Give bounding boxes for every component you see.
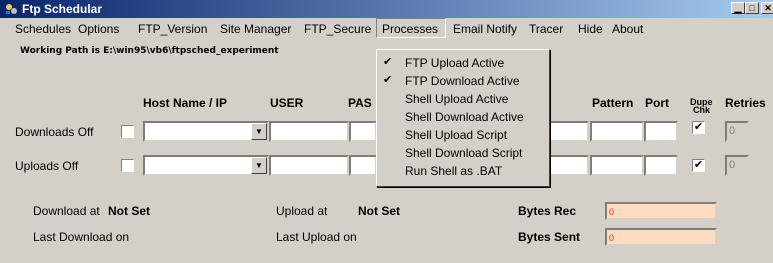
menu-item-shell-upload-active[interactable]: Shell Upload Active: [377, 90, 549, 107]
header-pattern: Pattern: [592, 96, 634, 110]
upload-user-field[interactable]: [269, 155, 349, 176]
bytes-rec-label: Bytes Rec: [518, 204, 577, 218]
last-download-label: Last Download on: [33, 230, 130, 244]
close-icon: ✕: [764, 3, 772, 13]
header-host: Host Name / IP: [143, 96, 228, 110]
menu-options[interactable]: Options: [78, 22, 119, 36]
download-port-field[interactable]: [644, 121, 678, 142]
close-button[interactable]: ✕: [761, 2, 773, 14]
window-title: Ftp Schedular: [22, 2, 103, 16]
menu-ftp-version[interactable]: FTP_Version: [138, 22, 207, 36]
upload-at-value: Not Set: [358, 204, 400, 218]
upload-pass-field[interactable]: [349, 155, 377, 176]
checkmark-icon: ✔: [383, 74, 393, 86]
bytes-sent-label: Bytes Sent: [518, 230, 581, 244]
menu-schedules[interactable]: Schedules: [15, 22, 71, 36]
download-field-hidden[interactable]: [549, 121, 589, 142]
download-pattern-field[interactable]: [590, 121, 644, 142]
header-user: USER: [270, 96, 304, 110]
download-pass-field[interactable]: [349, 121, 377, 142]
download-retries-field[interactable]: 0: [725, 121, 749, 142]
uploads-off-label: Uploads Off: [15, 159, 79, 173]
processes-menu: ✔ FTP Upload Active ✔ FTP Download Active …: [376, 49, 550, 187]
upload-port-field[interactable]: [644, 155, 678, 176]
upload-host-combo[interactable]: ▼: [143, 155, 269, 176]
header-port: Port: [645, 96, 669, 110]
minimize-button[interactable]: ▁: [731, 2, 745, 14]
download-at-value: Not Set: [108, 204, 150, 218]
download-user-field[interactable]: [269, 121, 349, 142]
minimize-icon: ▁: [734, 3, 742, 13]
check-icon: ✔: [693, 159, 704, 171]
menu-hide[interactable]: Hide: [578, 22, 603, 36]
menu-item-shell-download-script[interactable]: Shell Download Script: [377, 144, 549, 161]
menu-email-notify[interactable]: Email Notify: [453, 22, 517, 36]
download-host-combo[interactable]: ▼: [143, 121, 269, 142]
maximize-icon: □: [749, 3, 755, 13]
menu-site-manager[interactable]: Site Manager: [220, 22, 291, 36]
uploads-checkbox[interactable]: [121, 159, 134, 172]
chevron-down-icon[interactable]: ▼: [251, 157, 267, 174]
upload-retries-field[interactable]: 0: [725, 155, 749, 176]
menu-item-ftp-upload-active[interactable]: ✔ FTP Upload Active: [377, 54, 549, 71]
downloads-checkbox[interactable]: [121, 125, 134, 138]
header-retries: Retries: [725, 96, 766, 110]
title-bar[interactable]: Ftp Schedular ▁ □ ✕: [0, 0, 773, 18]
header-pass: PAS: [348, 96, 372, 110]
maximize-button[interactable]: □: [745, 2, 759, 14]
bytes-rec-field: 0: [605, 202, 717, 220]
menu-about[interactable]: About: [612, 22, 643, 36]
menu-processes[interactable]: Processes: [376, 18, 446, 38]
last-upload-label: Last Upload on: [276, 230, 357, 244]
downloads-off-label: Downloads Off: [15, 125, 94, 139]
download-dupe-checkbox[interactable]: ✔: [692, 121, 705, 134]
download-at-label: Download at: [33, 204, 100, 218]
upload-pattern-field[interactable]: [590, 155, 644, 176]
header-chk: Chk: [693, 105, 711, 115]
checkmark-icon: ✔: [383, 56, 393, 68]
chevron-down-icon[interactable]: ▼: [251, 123, 267, 140]
ftp-app-icon: [6, 4, 17, 14]
check-icon: ✔: [693, 121, 704, 133]
working-path: Working Path is E:\win95\vb6\ftpsched_ex…: [20, 46, 279, 56]
menu-item-ftp-download-active[interactable]: ✔ FTP Download Active: [377, 72, 549, 89]
menu-item-shell-upload-script[interactable]: Shell Upload Script: [377, 126, 549, 143]
upload-field-hidden[interactable]: [549, 155, 589, 176]
menu-tracer[interactable]: Tracer: [529, 22, 563, 36]
menu-bar: Schedules Options FTP_Version Site Manag…: [0, 18, 773, 40]
upload-at-label: Upload at: [276, 204, 328, 218]
menu-ftp-secure[interactable]: FTP_Secure: [304, 22, 371, 36]
upload-dupe-checkbox[interactable]: ✔: [692, 159, 705, 172]
menu-item-run-shell-bat[interactable]: Run Shell as .BAT: [377, 162, 549, 179]
bytes-sent-field: 0: [605, 228, 717, 246]
menu-item-shell-download-active[interactable]: Shell Download Active: [377, 108, 549, 125]
